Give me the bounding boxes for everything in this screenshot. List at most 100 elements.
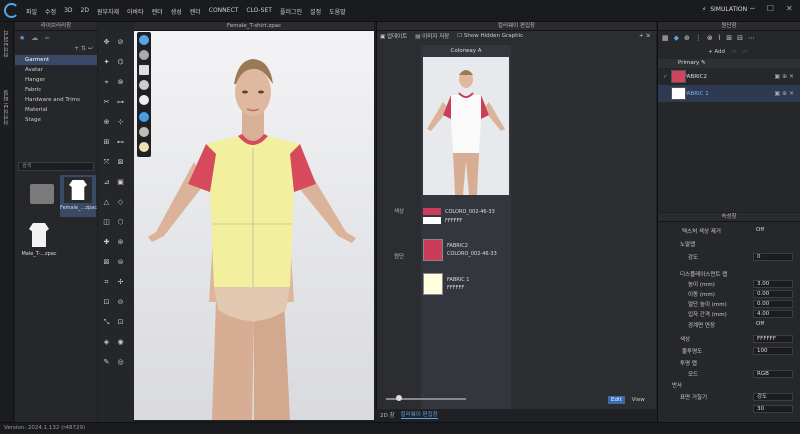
tool-icon[interactable]: ⤧ xyxy=(102,158,111,167)
tool-icon[interactable]: ✢ xyxy=(116,278,125,287)
fabric-row-icons[interactable]: ▣ ⊕ ✕ xyxy=(774,73,794,80)
tool-icon[interactable]: ⌖ xyxy=(102,78,111,87)
add-icon[interactable]: + xyxy=(74,45,79,52)
property-value[interactable]: 30 xyxy=(753,405,793,413)
tool-icon[interactable]: ⊘ xyxy=(116,38,125,47)
tool-icon[interactable]: ⊡ xyxy=(116,318,125,327)
file-item[interactable]: Female_...zpac xyxy=(60,175,97,217)
tool-icon[interactable]: ◎ xyxy=(116,358,125,367)
menu-item[interactable]: 원부자재 xyxy=(93,7,123,16)
tool-icon[interactable]: ⊕ xyxy=(102,118,111,127)
folder-item[interactable] xyxy=(25,177,59,211)
tool-icon[interactable]: ⊛ xyxy=(116,238,125,247)
tool-icon[interactable]: ⊗ xyxy=(116,78,125,87)
more-icon[interactable]: ⋯ xyxy=(748,34,755,42)
avatar-figure[interactable] xyxy=(134,32,374,420)
menu-item[interactable]: 수정 xyxy=(41,7,60,16)
tool-icon[interactable]: ⊹ xyxy=(116,118,125,127)
tool-icon[interactable]: ◉ xyxy=(116,338,125,347)
tool-icon[interactable]: ⤡ xyxy=(102,318,111,327)
tool-icon[interactable]: ⊞ xyxy=(102,138,111,147)
colorway-card[interactable]: Colorway A COLORO_002-46-33 FFFFFF FABRIC… xyxy=(421,45,511,409)
tab-library[interactable]: 라이브러리 xyxy=(3,30,11,58)
menu-item[interactable]: 렌더 xyxy=(186,7,205,16)
menu-item[interactable]: 2D xyxy=(77,7,93,16)
menu-item[interactable]: 파일 xyxy=(22,7,41,16)
tool-icon[interactable]: ⊠ xyxy=(116,158,125,167)
tool-icon[interactable]: ◇ xyxy=(116,198,125,207)
show-hidden-toggle[interactable]: ☐ Show Hidden Graphic xyxy=(457,33,523,39)
tab-colorway-editor[interactable]: 컬러웨이 편집창 xyxy=(400,410,438,419)
tree-item[interactable]: Hardware and Trims xyxy=(15,95,97,105)
button-icon[interactable]: ⊕ xyxy=(684,34,690,42)
save-image-button[interactable]: ▤ 이미지 저장 xyxy=(415,32,449,40)
tool-icon[interactable]: ▣ xyxy=(116,178,125,187)
property-value[interactable]: 4.00 xyxy=(753,310,793,318)
property-value[interactable]: 강도 xyxy=(753,393,793,401)
link-icon[interactable]: ∞ xyxy=(44,34,50,42)
add-button[interactable]: + Add xyxy=(708,49,725,55)
simulation-indicator[interactable]: ⚡ SIMULATION xyxy=(702,6,747,13)
fabric-item[interactable]: FABRIC 1 FFFFFF xyxy=(421,269,511,299)
trim-icon[interactable]: ⊗ xyxy=(707,34,713,42)
menu-item[interactable]: CONNECT xyxy=(205,7,243,16)
fabric-row-icons[interactable]: ▣ ⊕ ✕ xyxy=(774,90,794,97)
pin-icon[interactable]: ⇲ xyxy=(645,33,650,39)
tool-icon[interactable]: ◫ xyxy=(102,218,111,227)
property-value[interactable]: RGB xyxy=(753,370,793,378)
tool-icon[interactable]: ⊜ xyxy=(116,258,125,267)
tool-icon[interactable]: ⊿ xyxy=(102,178,111,187)
update-button[interactable]: ▣ 업데이트 xyxy=(380,32,407,40)
tab-2d-window[interactable]: 2D 창 xyxy=(380,411,395,419)
tool-icon[interactable]: ✥ xyxy=(102,38,111,47)
menu-item[interactable]: 도움말 xyxy=(325,7,350,16)
menu-item[interactable]: CLO-SET xyxy=(242,7,276,16)
menu-item[interactable]: 설정 xyxy=(306,7,325,16)
back-icon[interactable]: ↩ xyxy=(88,45,93,52)
property-value[interactable]: Off xyxy=(753,227,793,235)
menu-item[interactable]: 생성 xyxy=(167,7,186,16)
topstitch-icon[interactable]: ⌇ xyxy=(718,34,721,42)
color-item[interactable]: COLORO_002-46-33 xyxy=(421,207,511,216)
tool-icon[interactable]: ⌬ xyxy=(116,58,125,67)
tree-item[interactable]: Avatar xyxy=(15,65,97,75)
zoom-slider[interactable] xyxy=(386,395,466,401)
close-icon[interactable]: ✕ xyxy=(786,4,793,13)
add-icon[interactable]: + xyxy=(639,33,644,39)
tool-icon[interactable]: ⬡ xyxy=(116,218,125,227)
color-item[interactable]: FFFFFF xyxy=(421,216,511,225)
tree-item[interactable]: Garment xyxy=(15,55,97,65)
property-value[interactable]: 0.00 xyxy=(753,290,793,298)
view-button[interactable]: View xyxy=(629,396,648,404)
tool-icon[interactable]: ⊶ xyxy=(116,98,125,107)
tool-icon[interactable]: ✎ xyxy=(102,358,111,367)
primary-colorway-row[interactable]: Primary ✎ xyxy=(658,59,800,68)
property-value[interactable]: 0 xyxy=(753,253,793,261)
fabric-item[interactable]: FABRIC2 COLORO_002-46-33 xyxy=(421,235,511,265)
tool-icon[interactable]: ✚ xyxy=(102,238,111,247)
minimize-icon[interactable]: ─ xyxy=(750,4,755,13)
fabric-icon[interactable]: ◆ xyxy=(674,34,679,42)
property-value[interactable]: 100 xyxy=(753,347,793,355)
property-value[interactable]: 0.00 xyxy=(753,300,793,308)
tool-icon[interactable]: ⊝ xyxy=(116,298,125,307)
zipper-icon[interactable]: ⋮ xyxy=(695,34,702,42)
tool-icon[interactable]: ⊡ xyxy=(102,298,111,307)
tool-icon[interactable]: ◈ xyxy=(102,338,111,347)
zoom-slider-handle[interactable] xyxy=(396,395,402,401)
maximize-icon[interactable]: ☐ xyxy=(767,4,774,13)
tool-icon[interactable]: ✂ xyxy=(102,98,111,107)
tool-icon[interactable]: ⊷ xyxy=(116,138,125,147)
tool-icon[interactable]: ✦ xyxy=(102,58,111,67)
tree-item[interactable]: Material xyxy=(15,105,97,115)
menu-item[interactable]: 아바타 xyxy=(123,7,148,16)
tool-icon[interactable]: ⌗ xyxy=(102,278,111,287)
tree-item[interactable]: Hanger xyxy=(15,75,97,85)
property-value[interactable]: 3.00 xyxy=(753,280,793,288)
edit-button[interactable]: Edit xyxy=(608,396,625,404)
menu-item[interactable]: 3D xyxy=(60,7,76,16)
copy-button[interactable]: ▭ xyxy=(731,49,736,55)
menu-item[interactable]: 플러그인 xyxy=(276,7,306,16)
star-icon[interactable]: ★ xyxy=(19,34,25,42)
grid-icon[interactable]: ▦ xyxy=(662,34,669,42)
